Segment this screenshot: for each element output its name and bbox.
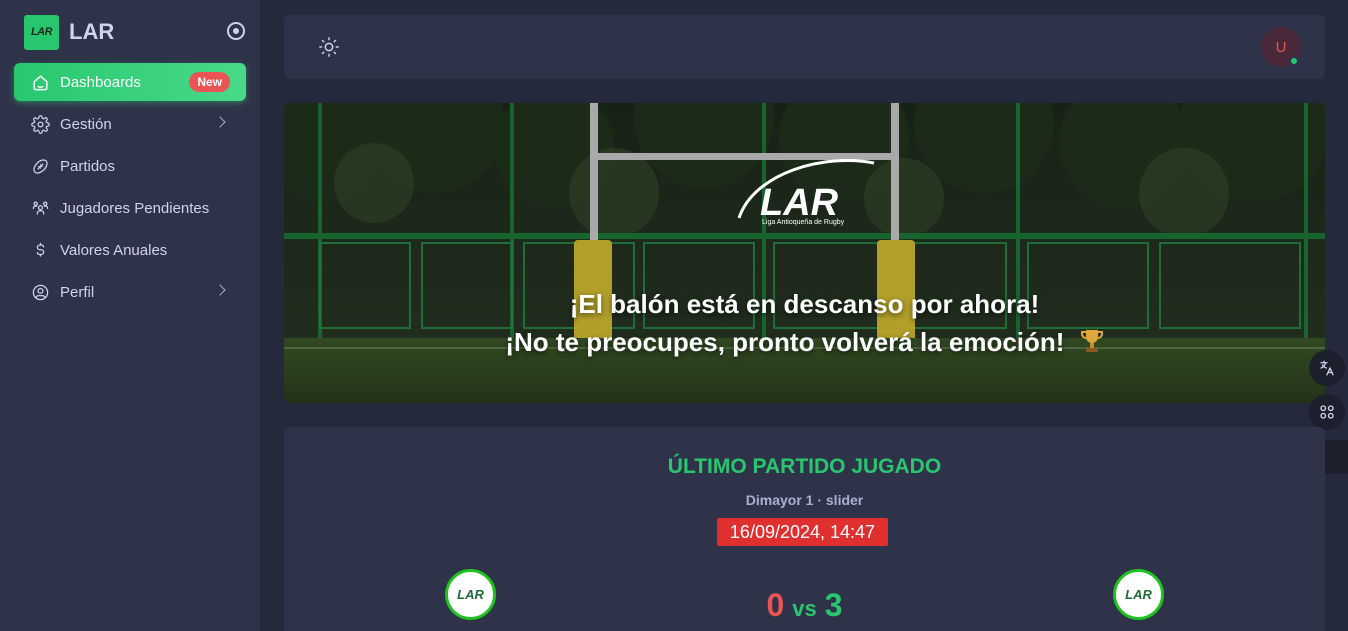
banner-line-2: ¡No te preocupes, pronto volverá la emoc… [284,327,1325,358]
apps-button[interactable] [1309,394,1345,430]
match-subtitle: Dimayor 1 · slider [745,492,864,508]
banner-logo-subtitle: Liga Antioqueña de Rugby [762,219,845,226]
banner-logo-text: LAR [760,182,839,224]
sidebar-menu: Dashboards New Gestión Partidos Jugadore… [14,63,246,315]
vs-label: vs [792,596,817,621]
last-match-card: ÚLTIMO PARTIDO JUGADO Dimayor 1 · slider… [284,427,1325,631]
sidebar-item-dashboards[interactable]: Dashboards New [14,63,246,101]
sidebar-item-label: Partidos [60,157,116,175]
sidebar: LAR LAR Dashboards New Gestión Partidos … [0,0,260,631]
users-icon [32,201,49,215]
lar-banner-logo: LAR Liga Antioqueña de Rugby [737,159,875,226]
match-datetime-badge: 16/09/2024, 14:47 [717,518,888,546]
sidebar-item-label: Valores Anuales [60,241,168,259]
sidebar-item-label: Gestión [60,115,112,133]
brand[interactable]: LAR LAR [24,14,114,50]
home-score: 0 [766,587,785,623]
brand-name: LAR [69,19,115,44]
home-icon [33,74,48,90]
new-badge: New [189,72,230,92]
rugby-ball-icon [33,158,48,174]
translate-icon [1320,360,1334,376]
away-score: 3 [824,587,843,623]
dollar-icon [36,242,45,257]
settings-icon [31,114,50,134]
match-title: ÚLTIMO PARTIDO JUGADO [667,455,942,478]
online-status-dot [1289,56,1299,66]
chevron-right-icon [214,284,226,296]
apps-icon [1320,405,1334,419]
sidebar-item-jugadores-pendientes[interactable]: Jugadores Pendientes [14,189,246,227]
sidebar-item-label: Jugadores Pendientes [60,199,210,217]
translate-button[interactable] [1309,350,1345,386]
banner-line-2-text: ¡No te preocupes, pronto volverá la emoc… [505,327,1065,357]
top-navbar: U [284,15,1325,79]
banner-line-1: ¡El balón está en descanso por ahora! [569,289,1040,319]
match-score: 0 vs 3 [284,587,1325,624]
sidebar-item-valores-anuales[interactable]: Valores Anuales [14,231,246,269]
sidebar-item-label: Perfil [60,283,95,301]
sun-icon[interactable] [318,36,340,58]
sidebar-item-label: Dashboards [60,73,141,91]
chevron-right-icon [214,116,226,128]
trophy-icon [1080,330,1103,352]
sidebar-item-gestion[interactable]: Gestión [14,105,246,143]
hero-banner: LAR Liga Antioqueña de Rugby ¡El balón e… [284,103,1325,403]
brand-logo: LAR [24,14,59,50]
sidebar-item-perfil[interactable]: Perfil [14,273,246,311]
sidebar-item-partidos[interactable]: Partidos [14,147,246,185]
brand-logo-text: LAR [30,26,53,38]
sidebar-toggle-icon[interactable] [227,22,245,40]
user-circle-icon [32,284,49,300]
